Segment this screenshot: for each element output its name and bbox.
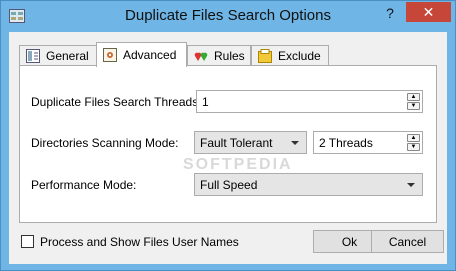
- chevron-down-icon: [407, 183, 415, 187]
- grid-window-icon: [26, 49, 40, 63]
- cancel-button[interactable]: Cancel: [371, 230, 444, 253]
- tab-general-label: General: [46, 49, 89, 63]
- close-button[interactable]: ✕: [406, 2, 451, 22]
- threads-value: 1: [202, 94, 209, 109]
- tab-advanced[interactable]: Advanced: [96, 42, 187, 67]
- threads-spinbox[interactable]: 1 ▲ ▼: [196, 90, 423, 113]
- scan-mode-select[interactable]: Fault Tolerant: [194, 131, 307, 154]
- title-bar[interactable]: Duplicate Files Search Options ? ✕: [1, 1, 455, 31]
- advanced-panel: SOFTPEDIA Duplicate Files Search Threads…: [19, 65, 437, 223]
- chevron-down-icon: [291, 141, 299, 145]
- dialog-body: General Advanced Rules Exclude SOFTPEDIA…: [9, 32, 447, 264]
- tab-advanced-label: Advanced: [123, 48, 177, 62]
- tab-rules-label: Rules: [214, 49, 245, 63]
- watermark-text: SOFTPEDIA: [183, 156, 293, 173]
- tab-exclude-label: Exclude: [278, 49, 321, 63]
- scan-mode-value: Fault Tolerant: [200, 135, 273, 150]
- spin-down-icon[interactable]: ▼: [407, 102, 420, 110]
- perf-mode-label: Performance Mode:: [31, 178, 137, 192]
- help-button[interactable]: ?: [377, 3, 403, 23]
- spin-down-icon[interactable]: ▼: [407, 143, 420, 151]
- user-names-label[interactable]: Process and Show Files User Names: [40, 235, 239, 249]
- exclude-box-icon: [258, 49, 272, 63]
- perf-mode-select[interactable]: Full Speed: [194, 173, 423, 196]
- scan-threads-value: 2 Threads: [319, 135, 373, 150]
- tab-exclude[interactable]: Exclude: [251, 45, 329, 66]
- threads-label: Duplicate Files Search Threads:: [31, 95, 202, 109]
- threads-spinner[interactable]: ▲ ▼: [407, 93, 420, 110]
- scan-threads-spinbox[interactable]: 2 Threads ▲ ▼: [313, 131, 423, 154]
- scan-mode-label: Directories Scanning Mode:: [31, 136, 179, 150]
- hearts-icon: [194, 52, 208, 61]
- user-names-checkbox[interactable]: [21, 235, 34, 248]
- spin-up-icon[interactable]: ▲: [407, 134, 420, 142]
- perf-mode-value: Full Speed: [200, 177, 258, 192]
- tab-general[interactable]: General: [19, 45, 97, 66]
- settings-box-icon: [103, 48, 117, 62]
- scan-threads-spinner[interactable]: ▲ ▼: [407, 134, 420, 151]
- tab-rules[interactable]: Rules: [187, 45, 251, 66]
- options-dialog: Duplicate Files Search Options ? ✕ Gener…: [0, 0, 456, 271]
- spin-up-icon[interactable]: ▲: [407, 93, 420, 101]
